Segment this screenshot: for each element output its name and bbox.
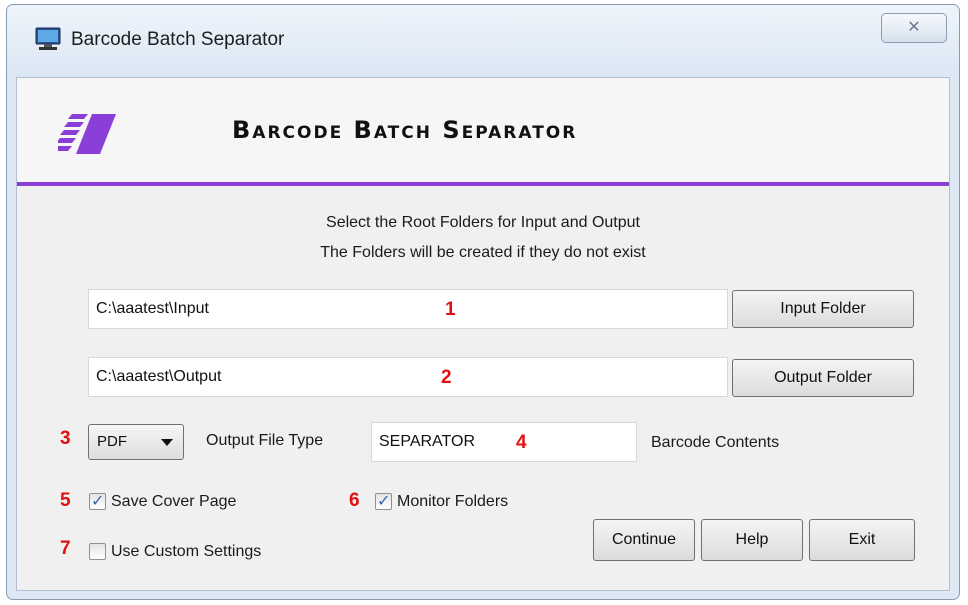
output-folder-field[interactable]: C:\aaatest\Output [88, 357, 728, 397]
file-type-select[interactable]: PDF [88, 424, 184, 460]
file-type-label: Output File Type [206, 432, 324, 449]
instruction-line-2: The Folders will be created if they do n… [320, 244, 646, 261]
header-banner: Barcode Batch Separator [17, 78, 949, 182]
instruction-line-1: Select the Root Folders for Input and Ou… [326, 214, 640, 231]
input-folder-field[interactable]: C:\aaatest\Input [88, 289, 728, 329]
window-title: Barcode Batch Separator [71, 29, 285, 50]
marker-4: 4 [516, 432, 527, 453]
app-window: Barcode Batch Separator ✕ Barcode Batch … [6, 4, 960, 600]
marker-3: 3 [60, 428, 71, 449]
help-button[interactable]: Help [701, 519, 803, 561]
marker-5: 5 [60, 490, 71, 511]
checkmark-icon: ✓ [377, 491, 391, 510]
custom-settings-checkbox[interactable] [89, 543, 106, 560]
marker-7: 7 [60, 538, 71, 559]
file-type-value: PDF [97, 433, 127, 450]
monitor-icon [35, 27, 61, 50]
barcode-stripes-logo [58, 114, 116, 154]
save-cover-checkbox[interactable]: ✓ [89, 491, 106, 510]
custom-settings-label: Use Custom Settings [111, 543, 262, 560]
checkmark-icon: ✓ [91, 491, 105, 510]
output-folder-button[interactable]: Output Folder [732, 359, 914, 397]
marker-6: 6 [349, 490, 360, 511]
input-folder-button[interactable]: Input Folder [732, 290, 914, 328]
barcode-contents-field[interactable]: SEPARATOR [371, 422, 637, 462]
barcode-contents-label: Barcode Contents [651, 434, 780, 451]
close-icon: ✕ [907, 17, 921, 36]
marker-1: 1 [445, 299, 456, 320]
main-panel: Barcode Batch Separator Select the Root … [16, 77, 950, 591]
header-title: Barcode Batch Separator [232, 116, 578, 144]
save-cover-label: Save Cover Page [111, 493, 237, 510]
marker-2: 2 [441, 367, 452, 388]
header-divider [17, 182, 949, 186]
title-bar: Barcode Batch Separator ✕ [7, 5, 959, 77]
monitor-folders-checkbox[interactable]: ✓ [375, 491, 392, 510]
exit-button[interactable]: Exit [809, 519, 915, 561]
monitor-folders-label: Monitor Folders [397, 493, 509, 510]
chevron-down-icon [161, 439, 173, 446]
close-button[interactable]: ✕ [881, 13, 947, 43]
continue-button[interactable]: Continue [593, 519, 695, 561]
